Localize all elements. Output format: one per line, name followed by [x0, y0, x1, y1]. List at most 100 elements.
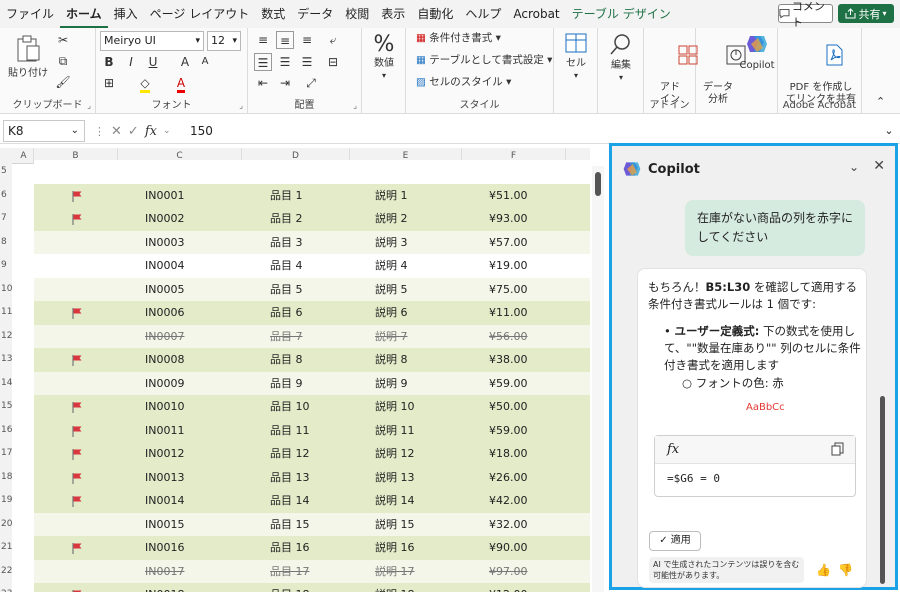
menu-8[interactable]: 自動化	[411, 0, 459, 28]
cell-desc[interactable]: 説明 16	[375, 536, 415, 560]
dialog-launcher-icon[interactable]: ⌟	[87, 101, 91, 110]
cell-desc[interactable]: 説明 7	[375, 325, 408, 349]
font-size-combo[interactable]: 12 ▾	[207, 31, 241, 51]
shrink-font-button[interactable]: A	[196, 53, 214, 71]
cell-price[interactable]: ¥42.00	[489, 489, 528, 513]
row-number[interactable]: 19	[0, 489, 12, 513]
cell-id[interactable]: IN0010	[145, 395, 184, 419]
row-number[interactable]: 8	[0, 230, 12, 254]
format-painter-icon[interactable]: 🖌	[54, 73, 72, 91]
menu-1[interactable]: ホーム	[60, 0, 108, 28]
row-number[interactable]: 17	[0, 442, 12, 466]
cell-id[interactable]: IN0008	[145, 348, 184, 372]
cell-id[interactable]: IN0005	[145, 278, 184, 302]
menu-7[interactable]: 表示	[375, 0, 411, 28]
row-number[interactable]: 12	[0, 324, 12, 348]
cell-desc[interactable]: 説明 14	[375, 489, 415, 513]
cell-price[interactable]: ¥50.00	[489, 395, 528, 419]
cell-item[interactable]: 品目 15	[270, 513, 310, 537]
conditional-format-button[interactable]: ▦ 条件付き書式 ▾	[416, 32, 501, 44]
grow-font-button[interactable]: A	[176, 53, 194, 71]
scroll-thumb[interactable]	[595, 172, 601, 196]
cell-id[interactable]: IN0006	[145, 301, 184, 325]
menu-2[interactable]: 挿入	[108, 0, 144, 28]
apply-button[interactable]: ✓ 適用	[649, 531, 701, 551]
chevron-down-icon[interactable]: ⌄	[849, 160, 859, 174]
cell-price[interactable]: ¥32.00	[489, 513, 528, 537]
merge-icon[interactable]: ⊟	[324, 53, 342, 71]
row-number[interactable]: 5	[0, 160, 12, 184]
cell-id[interactable]: IN0015	[145, 513, 184, 537]
cancel-icon[interactable]: ✕	[111, 124, 122, 139]
row-number[interactable]: 16	[0, 418, 12, 442]
cell-id[interactable]: IN0014	[145, 489, 184, 513]
expand-formula-icon[interactable]: ⌄	[880, 120, 898, 142]
thumbs-down-icon[interactable]: 👎	[838, 563, 853, 577]
cell-price[interactable]: ¥19.00	[489, 254, 528, 278]
cell-item[interactable]: 品目 16	[270, 536, 310, 560]
cell-item[interactable]: 品目 10	[270, 395, 310, 419]
font-name-combo[interactable]: Meiryo UI ▾	[100, 31, 204, 51]
editing-button[interactable]: 編集 ▾	[604, 32, 638, 84]
data-analysis-button[interactable]: データ 分析	[700, 32, 746, 130]
cell-styles-button[interactable]: ▨ セルのスタイル ▾	[416, 76, 511, 88]
format-as-table-button[interactable]: ▦ テーブルとして書式設定 ▾	[416, 54, 552, 66]
menu-6[interactable]: 校閲	[339, 0, 375, 28]
cell-price[interactable]: ¥59.00	[489, 372, 528, 396]
cell-desc[interactable]: 説明 6	[375, 301, 408, 325]
close-icon[interactable]: ✕	[873, 158, 885, 174]
cell-price[interactable]: ¥57.00	[489, 231, 528, 255]
cells-button[interactable]: セル ▾	[560, 32, 592, 82]
cell-desc[interactable]: 説明 5	[375, 278, 408, 302]
row-number[interactable]: 15	[0, 395, 12, 419]
dialog-launcher-icon[interactable]: ⌟	[239, 101, 243, 110]
cell-item[interactable]: 品目 18	[270, 583, 310, 592]
copilot-ribbon-button[interactable]: Copilot	[738, 32, 776, 72]
cell-id[interactable]: IN0012	[145, 442, 184, 466]
cell-price[interactable]: ¥38.00	[489, 348, 528, 372]
thumbs-up-icon[interactable]: 👍	[816, 563, 831, 577]
row-number[interactable]: 20	[0, 512, 12, 536]
row-number[interactable]: 13	[0, 348, 12, 372]
wrap-text-icon[interactable]: ⤶	[324, 31, 342, 49]
indent-decrease-icon[interactable]: ⇤	[254, 74, 272, 92]
cell-price[interactable]: ¥51.00	[489, 184, 528, 208]
italic-button[interactable]: I	[122, 53, 140, 71]
addins-button[interactable]: アド イン	[652, 32, 698, 130]
font-color-button[interactable]: A	[172, 74, 190, 93]
menu-10[interactable]: Acrobat	[507, 0, 565, 28]
enter-icon[interactable]: ✓	[128, 124, 139, 139]
cell-desc[interactable]: 説明 9	[375, 372, 408, 396]
cell-item[interactable]: 品目 2	[270, 207, 303, 231]
cell-item[interactable]: 品目 11	[270, 419, 310, 443]
align-top-icon[interactable]: ≡	[254, 31, 272, 49]
cell-item[interactable]: 品目 17	[270, 560, 310, 584]
underline-button[interactable]: U	[144, 53, 162, 71]
cell-id[interactable]: IN0016	[145, 536, 184, 560]
row-number[interactable]: 14	[0, 371, 12, 395]
cell-id[interactable]: IN0018	[145, 583, 184, 592]
cell-item[interactable]: 品目 7	[270, 325, 303, 349]
paste-button[interactable]: 貼り付け	[8, 34, 48, 80]
cell-price[interactable]: ¥18.00	[489, 442, 528, 466]
number-format-button[interactable]: % 数値 ▾	[366, 32, 402, 82]
cell-desc[interactable]: 説明 13	[375, 466, 415, 490]
cell-id[interactable]: IN0009	[145, 372, 184, 396]
cell-price[interactable]: ¥11.00	[489, 301, 528, 325]
cell-item[interactable]: 品目 4	[270, 254, 303, 278]
cell-item[interactable]: 品目 8	[270, 348, 303, 372]
cell-desc[interactable]: 説明 11	[375, 419, 415, 443]
row-number[interactable]: 22	[0, 559, 12, 583]
row-number[interactable]: 10	[0, 277, 12, 301]
menu-5[interactable]: データ	[291, 0, 339, 28]
formula-input[interactable]: 150	[184, 120, 879, 142]
menu-11[interactable]: テーブル デザイン	[566, 0, 677, 28]
dialog-launcher-icon[interactable]: ⌟	[353, 101, 357, 110]
cell-desc[interactable]: 説明 2	[375, 207, 408, 231]
cut-icon[interactable]: ✂	[54, 31, 72, 49]
cell-price[interactable]: ¥12.00	[489, 583, 528, 592]
copy-icon[interactable]	[831, 442, 845, 456]
cell-desc[interactable]: 説明 3	[375, 231, 408, 255]
copy-icon[interactable]: ⧉	[54, 52, 72, 70]
align-left-icon[interactable]: ☰	[254, 53, 272, 71]
